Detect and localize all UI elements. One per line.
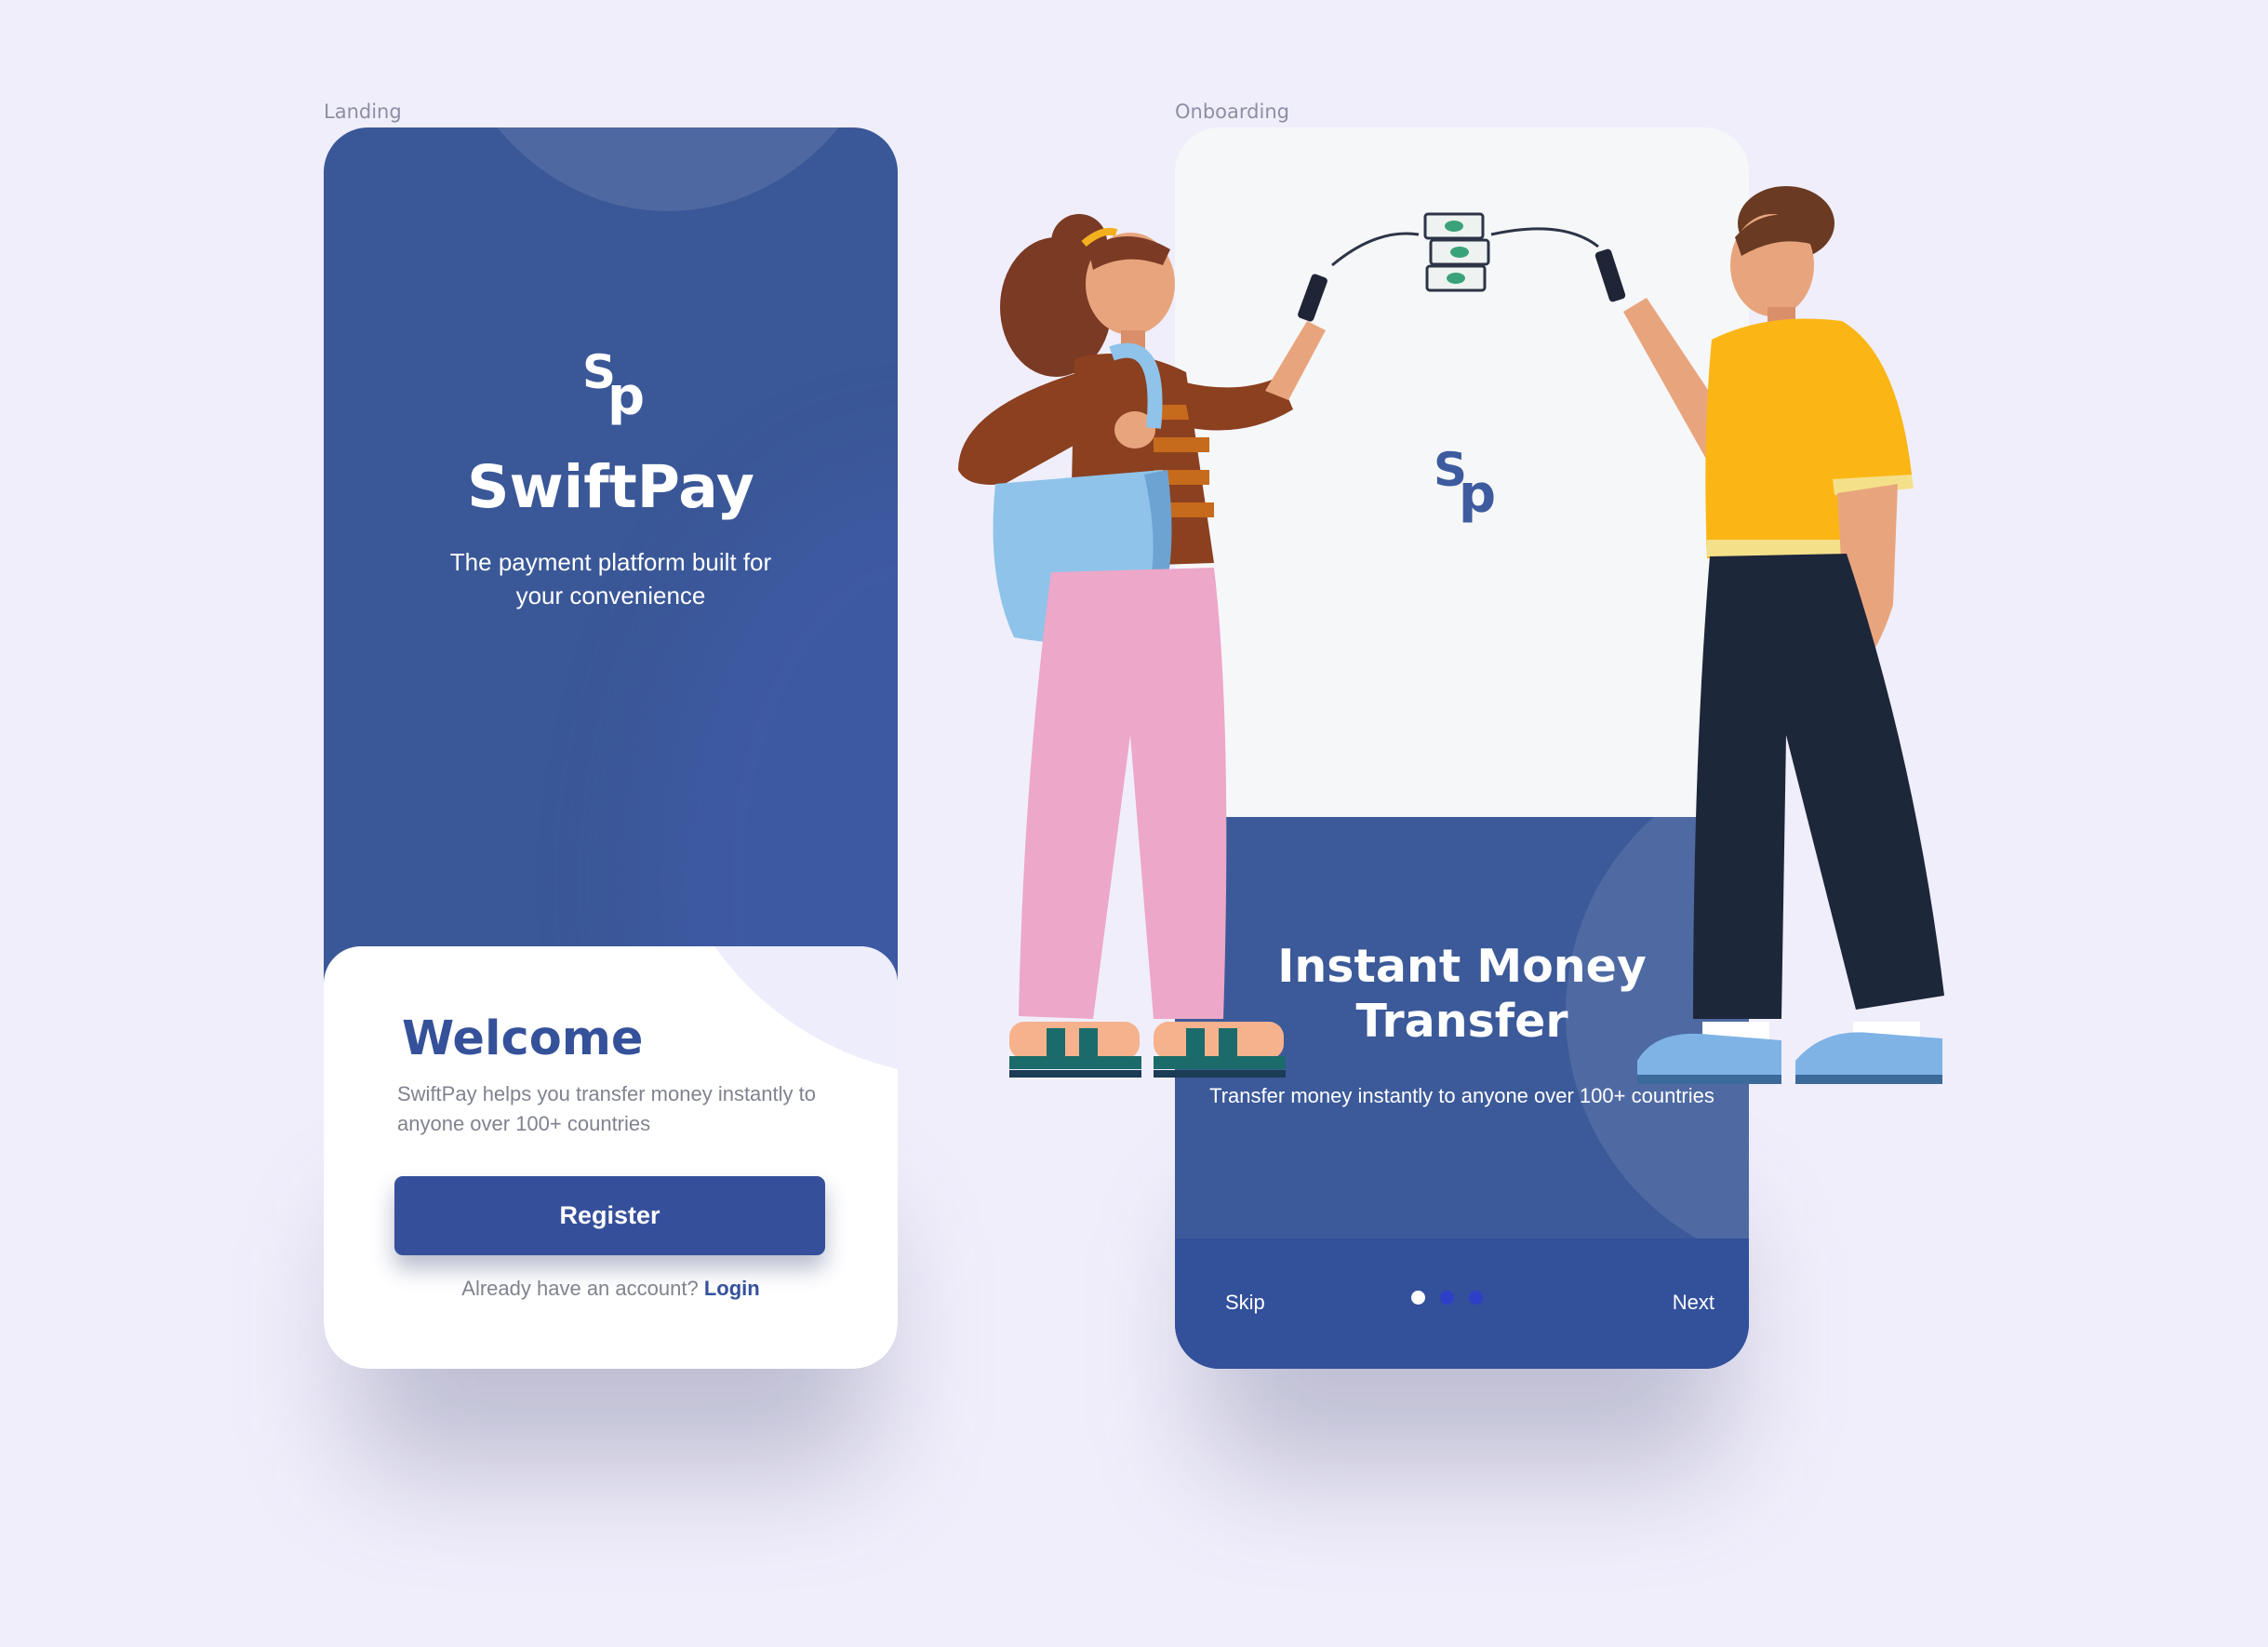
login-link[interactable]: Login xyxy=(704,1277,760,1300)
app-name: SwiftPay xyxy=(467,453,754,521)
pagination-dots xyxy=(1411,1291,1483,1305)
login-prompt: Already have an account? xyxy=(461,1277,699,1300)
onboarding-description: Transfer money instantly to anyone over … xyxy=(1209,1084,1714,1107)
welcome-description: SwiftPay helps you transfer money instan… xyxy=(397,1082,816,1135)
swiftpay-logo-icon: S p xyxy=(1434,447,1499,530)
pagination-dot-3[interactable] xyxy=(1469,1291,1483,1305)
welcome-sheet: Welcome SwiftPay helps you transfer mone… xyxy=(324,946,898,1369)
welcome-title: Welcome xyxy=(402,1011,644,1066)
onboarding-title: Instant Money Transfer xyxy=(1277,940,1647,1048)
register-button[interactable]: Register xyxy=(394,1176,825,1255)
skip-button[interactable]: Skip xyxy=(1225,1291,1265,1315)
logo-letter-p: p xyxy=(607,367,646,427)
login-prompt-line: Already have an account? Login xyxy=(324,1277,898,1301)
onboarding-screen: S p Instant Money Transfer Transfer mone… xyxy=(1175,127,1749,1369)
tagline: The payment platform built for your conv… xyxy=(449,548,772,609)
pagination-dot-1[interactable] xyxy=(1411,1291,1425,1305)
swiftpay-logo-icon: S p xyxy=(582,349,647,433)
decorative-circle xyxy=(659,946,898,1077)
logo-letter-p: p xyxy=(1459,464,1497,525)
landing-screen: S p SwiftPay The payment platform built … xyxy=(324,127,898,1369)
landing-frame-label: Landing xyxy=(324,100,402,123)
onboarding-frame-label: Onboarding xyxy=(1175,100,1289,123)
next-button[interactable]: Next xyxy=(1673,1291,1714,1315)
decorative-arc xyxy=(435,127,898,211)
pagination-dot-2[interactable] xyxy=(1440,1291,1454,1305)
